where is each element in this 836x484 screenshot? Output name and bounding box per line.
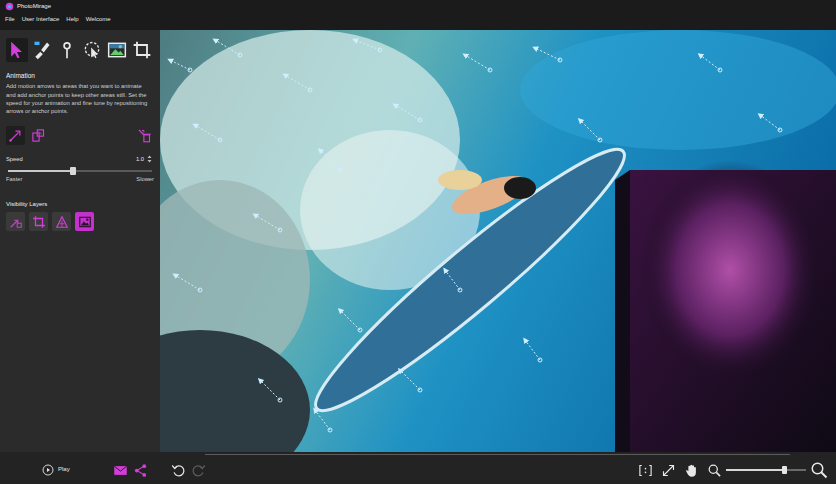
brush-icon	[32, 40, 52, 60]
image-layer[interactable]	[75, 212, 94, 231]
redo-icon	[191, 463, 206, 478]
mask-tool[interactable]	[31, 38, 53, 62]
image-tool[interactable]	[106, 38, 128, 62]
anchor-icon	[31, 128, 46, 143]
zoom-fill	[726, 469, 784, 471]
anchor-point-button[interactable]	[29, 126, 48, 145]
motion-arrow-icon	[8, 128, 23, 143]
tool-bar	[6, 38, 154, 62]
menu-item[interactable]: Help	[66, 16, 78, 24]
player-bar: Play	[0, 452, 836, 484]
play-button[interactable]: Play	[42, 464, 70, 476]
motion-arrow-button[interactable]	[6, 126, 25, 145]
play-label: Play	[58, 466, 70, 474]
share-icon[interactable]	[133, 463, 148, 478]
hand-icon[interactable]	[684, 463, 699, 478]
menu-bar: File User Interface Help Welcome	[0, 13, 836, 26]
expand-icon[interactable]	[661, 463, 676, 478]
speed-label: Speed	[6, 156, 23, 163]
crop-icon	[132, 40, 152, 60]
action-bar	[6, 126, 154, 145]
window-title: PhotoMirage	[17, 3, 51, 11]
speed-row: Speed 1.0	[6, 155, 154, 164]
zoom-group	[707, 461, 828, 479]
zoom-slider[interactable]	[726, 469, 806, 471]
panel-title: Animation	[6, 72, 154, 80]
cursor-icon	[7, 40, 27, 60]
side-panel: Animation Add motion arrows to areas that…	[0, 30, 160, 452]
speed-range: Faster Slower	[6, 176, 154, 183]
controls-row: Play	[0, 457, 836, 483]
panel-description: Add motion arrows to areas that you want…	[6, 82, 154, 116]
play-icon	[42, 464, 54, 476]
undo-icon[interactable]	[171, 463, 186, 478]
arrows-layer[interactable]	[6, 212, 25, 231]
image-icon	[107, 40, 127, 60]
menu-item[interactable]: Welcome	[86, 16, 111, 24]
zoom-in-icon[interactable]	[810, 461, 828, 479]
arrow-anchor-icon	[9, 215, 23, 229]
fit-icon[interactable]	[638, 463, 653, 478]
crop-tool[interactable]	[131, 38, 153, 62]
speed-thumb[interactable]	[70, 167, 76, 175]
speed-value: 1.0	[136, 156, 144, 163]
workspace: Animation Add motion arrows to areas that…	[0, 26, 836, 452]
title-bar: PhotoMirage	[0, 0, 836, 13]
crop-layer[interactable]	[29, 212, 48, 231]
view-controls	[638, 461, 828, 479]
remove-button[interactable]	[135, 126, 154, 145]
visibility-layers	[6, 212, 154, 231]
triangle-icon	[55, 215, 69, 229]
picture-icon	[78, 215, 92, 229]
lasso-icon	[82, 40, 102, 60]
anchor-tool[interactable]	[56, 38, 78, 62]
timeline[interactable]	[0, 452, 836, 457]
timeline-track	[205, 454, 790, 455]
faster-label: Faster	[6, 176, 22, 183]
crop-icon	[32, 215, 46, 229]
menu-item[interactable]: File	[5, 16, 15, 24]
spinner-icon[interactable]	[147, 155, 152, 163]
menu-item[interactable]: User Interface	[22, 16, 60, 24]
speed-slider[interactable]	[8, 170, 152, 172]
speed-fill	[8, 170, 73, 172]
delete-icon	[137, 128, 152, 143]
photo-canvas[interactable]	[160, 30, 836, 452]
email-icon[interactable]	[113, 463, 128, 478]
mask-layer[interactable]	[52, 212, 71, 231]
animation-tool[interactable]	[6, 38, 28, 62]
pin-icon	[57, 40, 77, 60]
playback-controls: Play	[42, 463, 206, 478]
zoom-thumb[interactable]	[782, 466, 787, 474]
speed-field[interactable]: 1.0	[126, 155, 154, 164]
selection-tool[interactable]	[81, 38, 103, 62]
canvas-area	[160, 30, 836, 452]
zoom-out-icon[interactable]	[707, 463, 722, 478]
visibility-title: Visibility Layers	[6, 201, 154, 209]
slower-label: Slower	[136, 176, 154, 183]
app-logo-icon	[5, 2, 14, 11]
